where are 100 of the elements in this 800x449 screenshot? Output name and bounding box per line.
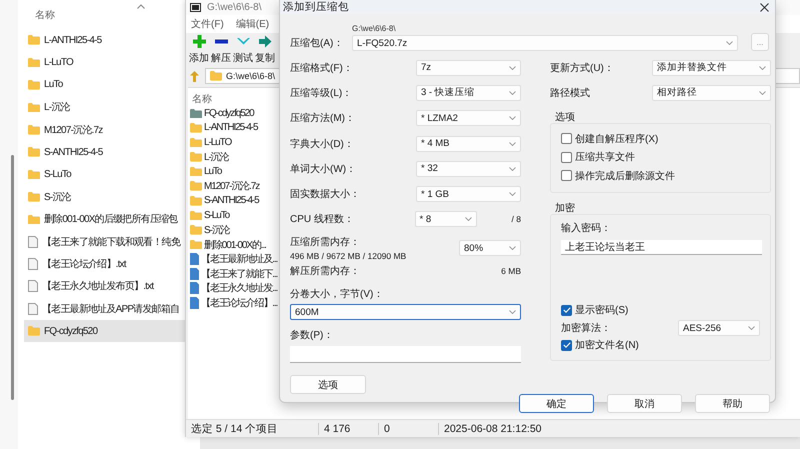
chevron-down-icon bbox=[748, 326, 755, 330]
file-name[interactable]: S-LuTo bbox=[44, 169, 71, 180]
file-name[interactable]: 【老王来了就能下... bbox=[201, 266, 278, 281]
file-name[interactable]: S-沉沦 bbox=[204, 223, 230, 238]
field-label: 压缩方法(M)： bbox=[290, 112, 355, 126]
folder-icon bbox=[28, 326, 40, 336]
app-logo-icon bbox=[190, 3, 201, 12]
memory-usage: 496 MB / 9672 MB / 12090 MB bbox=[290, 251, 406, 262]
checkbox[interactable] bbox=[561, 340, 572, 351]
file-name[interactable]: L-ANTHI25-4-5 bbox=[44, 34, 102, 46]
memory-usage: 6 MB bbox=[501, 266, 521, 276]
folder-icon bbox=[190, 181, 202, 192]
file-name[interactable]: LuTo bbox=[44, 79, 62, 90]
field-label: 更新方式(U)： bbox=[550, 62, 614, 75]
file-name[interactable]: 删除001-00X的... bbox=[204, 238, 266, 252]
file-name[interactable]: 【老王永久地址发布页】.txt bbox=[42, 279, 154, 294]
options-button[interactable]: 选项 bbox=[290, 375, 366, 394]
file-icon bbox=[190, 282, 199, 294]
field-label: 路径模式 bbox=[550, 86, 590, 100]
file-name[interactable]: 【老王最新地址及APP请发邮箱自 bbox=[42, 302, 180, 316]
folder-icon bbox=[210, 71, 222, 81]
menu-item[interactable]: 文件(F) bbox=[191, 17, 224, 31]
folder-icon bbox=[190, 108, 202, 118]
combobox[interactable]: 相对路径 bbox=[652, 84, 771, 101]
checkbox[interactable] bbox=[561, 152, 572, 163]
text-file-icon bbox=[28, 236, 38, 248]
file-name[interactable]: 删除001-00X的后缀把所有压缩包 bbox=[44, 212, 178, 226]
file-name[interactable]: M1207-沉沦.7z bbox=[204, 179, 260, 194]
password-field[interactable]: 上老王论坛当老王 bbox=[561, 240, 762, 255]
combobox[interactable]: * 1 GB bbox=[416, 186, 521, 202]
file-name[interactable]: 【老王论坛介绍】.txt bbox=[42, 257, 126, 272]
chevron-down-icon bbox=[509, 142, 516, 146]
folder-icon bbox=[190, 166, 202, 176]
text-file-icon bbox=[28, 258, 38, 270]
status-cell: 4 176 bbox=[318, 422, 378, 434]
text-file-icon bbox=[28, 280, 38, 292]
file-name[interactable]: M1207-沉沦.7z bbox=[44, 122, 102, 137]
window-title: G:\we\6\6-8\ bbox=[207, 2, 262, 13]
file-name[interactable]: S-ANTHI25-4-5 bbox=[44, 146, 103, 158]
selected-row[interactable]: FQ-cdyzfq520 bbox=[24, 320, 185, 342]
file-name[interactable]: 【老王最新地址及... bbox=[201, 252, 278, 266]
scrollbar[interactable] bbox=[11, 155, 14, 400]
checkbox[interactable] bbox=[561, 170, 572, 182]
combobox[interactable]: * LZMA2 bbox=[416, 110, 521, 126]
field-label: 固实数据大小： bbox=[290, 188, 360, 202]
toolbar-button[interactable]: 复制 bbox=[255, 51, 275, 65]
folder-icon bbox=[190, 196, 202, 206]
group-title: 加密 bbox=[554, 202, 576, 214]
combobox[interactable]: * 32 bbox=[416, 160, 521, 177]
close-icon[interactable] bbox=[760, 2, 769, 12]
folder-icon bbox=[28, 147, 40, 157]
toolbar-button[interactable]: 解压 bbox=[211, 51, 231, 65]
checkbox[interactable] bbox=[561, 304, 572, 316]
field-label: 单词大小(W)： bbox=[290, 162, 356, 176]
file-name[interactable]: 【老王永久地址发... bbox=[201, 281, 278, 296]
dialog-button[interactable]: 取消 bbox=[607, 394, 682, 414]
chevron-down-icon bbox=[509, 166, 516, 171]
combobox[interactable]: * 4 MB bbox=[416, 136, 521, 152]
combobox[interactable]: 7z bbox=[416, 60, 521, 76]
checkbox-label: 创建自解压程序(X) bbox=[575, 132, 658, 146]
file-name[interactable]: L-ANTHI25-4-5 bbox=[204, 122, 258, 134]
file-name[interactable]: L-LuTO bbox=[204, 136, 232, 148]
file-name[interactable]: 【老王来了就能下载和观看！纯免 bbox=[42, 234, 180, 249]
chevron-down-icon bbox=[509, 192, 516, 196]
column-header[interactable]: 名称 bbox=[35, 8, 55, 22]
folder-icon bbox=[190, 210, 202, 220]
input-field[interactable] bbox=[290, 346, 521, 364]
chevron-down-icon bbox=[509, 310, 516, 314]
file-name[interactable]: S-ANTHI25-4-5 bbox=[204, 195, 259, 206]
file-name[interactable]: L-LuTO bbox=[44, 57, 73, 68]
field-label: 压缩等级(L)： bbox=[290, 86, 352, 100]
toolbar-button[interactable]: 测试 bbox=[233, 51, 253, 65]
field-label: 输入密码： bbox=[561, 222, 612, 235]
dialog-button[interactable]: 帮助 bbox=[695, 394, 770, 414]
menu-item[interactable]: 编辑(E) bbox=[236, 17, 270, 31]
combobox[interactable]: 80% bbox=[459, 240, 521, 256]
folder-icon bbox=[28, 58, 40, 68]
file-name[interactable]: L-沉沦 bbox=[204, 150, 228, 164]
folder-icon bbox=[190, 240, 202, 250]
file-name[interactable]: FQ-cdyzfq520 bbox=[44, 326, 98, 337]
checkbox[interactable] bbox=[561, 133, 572, 144]
combobox[interactable]: 600M bbox=[290, 304, 521, 320]
dialog-button[interactable]: 确定 bbox=[519, 394, 594, 414]
field-label: 压缩所需内存： bbox=[290, 236, 361, 250]
combobox[interactable]: AES-256 bbox=[678, 320, 760, 336]
group-title: 选项 bbox=[554, 110, 576, 123]
field-label: 解压所需内存： bbox=[290, 264, 360, 278]
column-header[interactable]: 名称 bbox=[192, 92, 212, 106]
file-name[interactable]: 【老王论坛介绍】... bbox=[201, 296, 278, 310]
combobox[interactable]: 添加并替换文件 bbox=[652, 60, 771, 76]
file-name[interactable]: L-沉沦 bbox=[44, 100, 70, 114]
combobox[interactable]: * 8 bbox=[414, 211, 477, 228]
archive-name-combobox[interactable]: L-FQ520.7z bbox=[352, 35, 738, 51]
toolbar-button[interactable]: 添加 bbox=[189, 51, 209, 65]
combobox[interactable]: 3 - 快速压缩 bbox=[416, 84, 521, 101]
file-name[interactable]: S-LuTo bbox=[204, 210, 230, 221]
file-name[interactable]: S-沉沦 bbox=[44, 190, 71, 204]
file-name[interactable]: FQ-cdyzfq520 bbox=[204, 108, 254, 119]
file-name[interactable]: LuTo bbox=[204, 166, 222, 178]
plus-icon bbox=[192, 35, 206, 48]
